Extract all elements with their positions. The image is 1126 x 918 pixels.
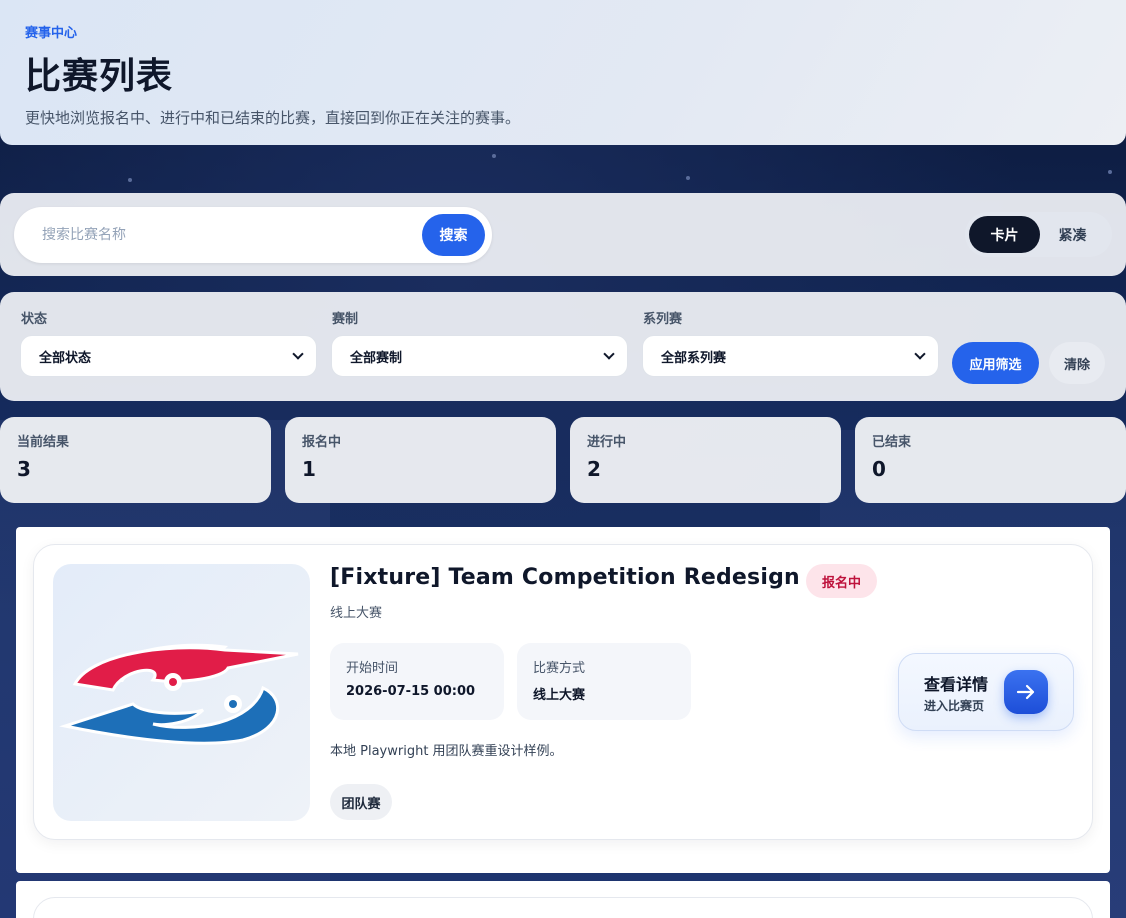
- background-star: [1108, 170, 1112, 174]
- start-time-info: 开始时间 2026-07-15 00:00: [330, 643, 504, 720]
- series-select[interactable]: 全部系列赛: [642, 335, 939, 377]
- search-toolbar: 搜索 卡片 紧凑: [0, 193, 1126, 276]
- competition-list: [Fixture] Team Competition Redesign 报名中 …: [16, 527, 1110, 873]
- mode-value: 线上大赛: [533, 688, 586, 703]
- format-select-value: 全部赛制: [350, 350, 403, 366]
- page-title: 比赛列表: [25, 56, 174, 97]
- format-filter-label: 赛制: [332, 312, 359, 327]
- view-details-sublabel: 进入比赛页: [924, 699, 985, 713]
- stat-value: 0: [872, 457, 886, 481]
- competition-list-next: [16, 881, 1110, 918]
- view-mode-toggle: 卡片 紧凑: [965, 212, 1112, 257]
- start-time-value: 2026-07-15 00:00: [346, 684, 476, 699]
- search-bar: 搜索: [14, 207, 492, 263]
- view-details-label: 查看详情: [924, 675, 989, 694]
- series-filter-label: 系列赛: [643, 312, 683, 327]
- breadcrumb[interactable]: 赛事中心: [25, 22, 1101, 41]
- competition-logo-image: [59, 643, 299, 745]
- search-input[interactable]: [28, 219, 408, 251]
- stat-finished: 已结束 0: [855, 417, 1126, 503]
- status-select-value: 全部状态: [39, 350, 92, 366]
- competition-subtitle: 线上大赛: [330, 606, 383, 621]
- view-details-button[interactable]: 查看详情 进入比赛页: [898, 653, 1074, 731]
- series-select-value: 全部系列赛: [661, 350, 727, 366]
- chevron-down-icon: [292, 348, 304, 360]
- mode-info: 比赛方式 线上大赛: [517, 643, 691, 720]
- view-compact-option[interactable]: 紧凑: [1037, 216, 1108, 253]
- competition-title[interactable]: [Fixture] Team Competition Redesign: [330, 565, 800, 590]
- status-filter: 状态 全部状态: [20, 308, 317, 377]
- view-card-option[interactable]: 卡片: [969, 216, 1040, 253]
- competition-card[interactable]: [Fixture] Team Competition Redesign 报名中 …: [33, 544, 1093, 840]
- mode-label: 比赛方式: [533, 661, 586, 676]
- start-time-label: 开始时间: [346, 661, 399, 676]
- clear-filter-button[interactable]: 清除: [1049, 342, 1105, 384]
- stat-registering: 报名中 1: [285, 417, 556, 503]
- stat-label: 报名中: [302, 435, 342, 450]
- arrow-right-icon-glyph: [1016, 684, 1035, 700]
- status-filter-label: 状态: [21, 312, 48, 327]
- background-star: [128, 178, 132, 182]
- stat-value: 3: [17, 457, 31, 481]
- background-star: [686, 176, 690, 180]
- stat-value: 2: [587, 457, 601, 481]
- format-select[interactable]: 全部赛制: [331, 335, 628, 377]
- stat-label: 当前结果: [17, 435, 70, 450]
- apply-filter-button[interactable]: 应用筛选: [952, 342, 1039, 384]
- search-button[interactable]: 搜索: [422, 214, 485, 256]
- status-select[interactable]: 全部状态: [20, 335, 317, 377]
- competition-logo: [53, 564, 310, 821]
- page-subtitle: 更快地浏览报名中、进行中和已结束的比赛，直接回到你正在关注的赛事。: [25, 109, 521, 127]
- chevron-down-icon: [914, 348, 926, 360]
- stat-label: 已结束: [872, 435, 912, 450]
- stat-value: 1: [302, 457, 316, 481]
- competition-card[interactable]: [33, 897, 1093, 918]
- stat-label: 进行中: [587, 435, 627, 450]
- stat-total: 当前结果 3: [0, 417, 271, 503]
- page-header: 赛事中心 比赛列表 更快地浏览报名中、进行中和已结束的比赛，直接回到你正在关注的…: [0, 0, 1126, 145]
- background-star: [492, 154, 496, 158]
- competition-tag: 团队赛: [330, 784, 392, 820]
- arrow-right-icon: [1004, 670, 1048, 714]
- stat-ongoing: 进行中 2: [570, 417, 841, 503]
- chevron-down-icon: [603, 348, 615, 360]
- filter-panel: 状态 全部状态 赛制 全部赛制 系列赛 全部系列赛: [0, 292, 1126, 401]
- series-filter: 系列赛 全部系列赛: [642, 308, 939, 377]
- status-badge: 报名中: [806, 564, 877, 598]
- competition-description: 本地 Playwright 用团队赛重设计样例。: [330, 744, 563, 759]
- format-filter: 赛制 全部赛制: [331, 308, 628, 377]
